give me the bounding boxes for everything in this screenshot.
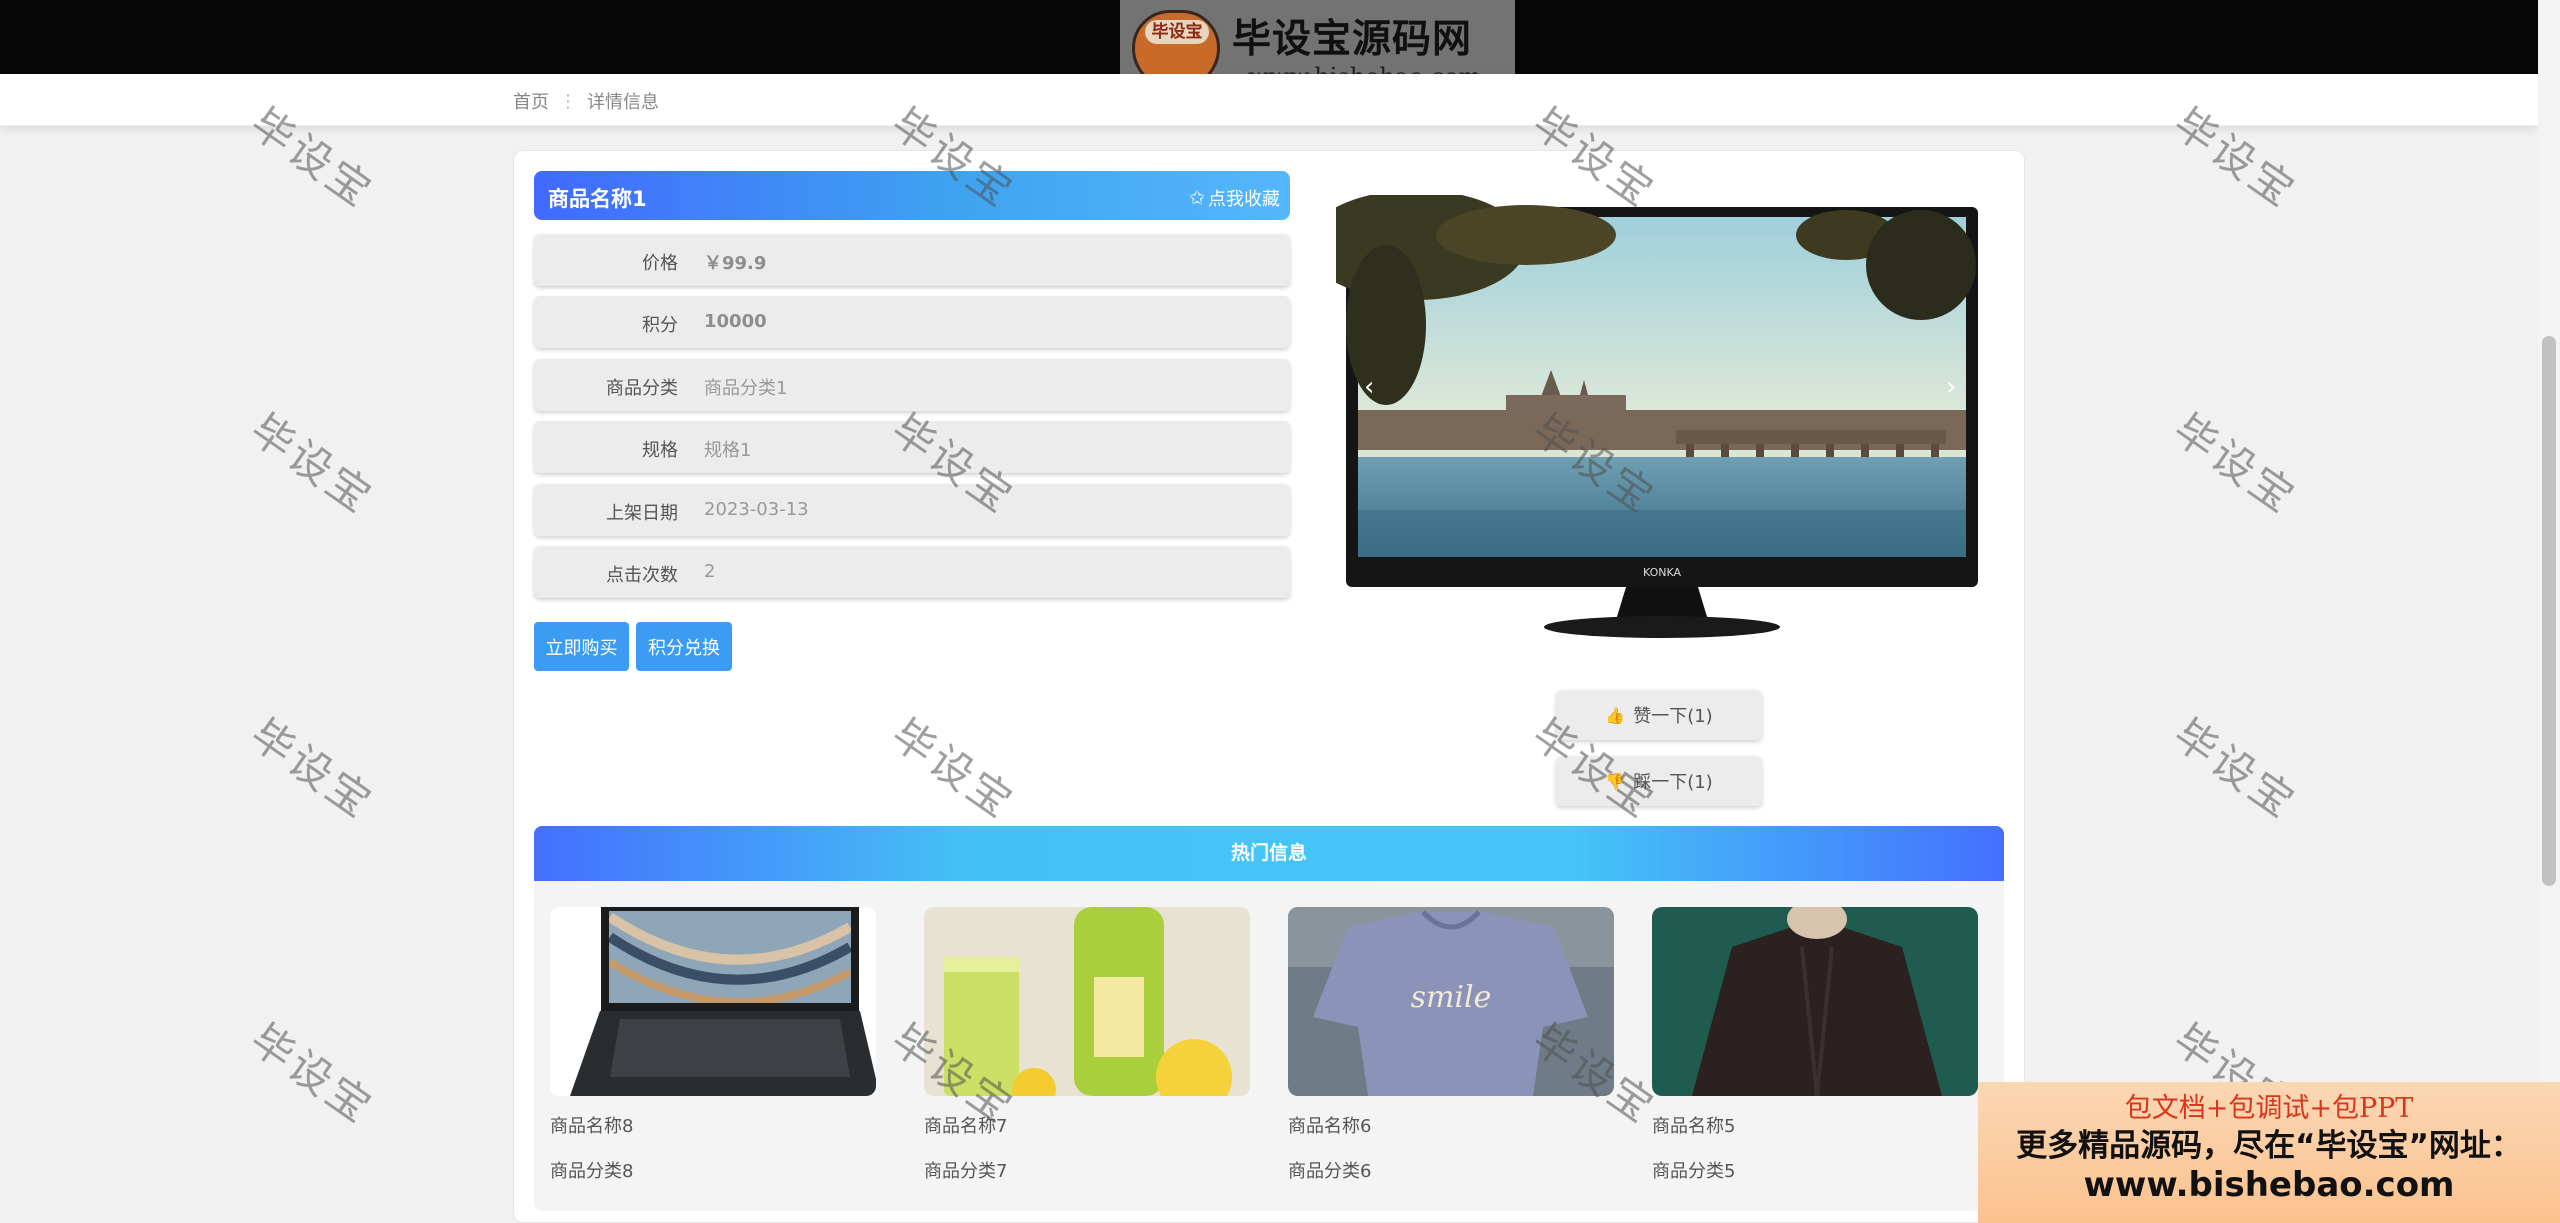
breadcrumb-bar: 首页 ⋮ 详情信息 (0, 74, 2538, 126)
ad-line-2: 更多精品源码，尽在“毕设宝”网址： (2016, 1128, 2522, 1164)
field-category: 商品分类 商品分类1 (534, 359, 1290, 411)
field-value: 2023-03-13 (704, 499, 809, 520)
like-button[interactable]: 👍 赞一下(1) (1556, 690, 1762, 740)
dislike-label: 踩一下(1) (1633, 772, 1713, 793)
hot-item-category: 商品分类7 (924, 1161, 1008, 1182)
breadcrumb: 首页 ⋮ 详情信息 (513, 88, 659, 114)
hot-item[interactable]: 商品名称8 商品分类8 (550, 903, 880, 1182)
thumbs-up-icon: 👍 (1605, 705, 1626, 725)
scrollbar-thumb[interactable] (2542, 336, 2556, 886)
watermark: 毕设宝 (2164, 404, 2306, 524)
hot-item-name[interactable]: 商品名称7 (924, 1112, 1007, 1138)
field-click-count: 点击次数 2 (534, 546, 1290, 598)
field-label: 商品分类 (606, 378, 678, 399)
product-name: 商品名称1 (548, 187, 647, 211)
tshirt-image[interactable]: smile (1288, 907, 1614, 1096)
hot-item-category: 商品分类5 (1652, 1161, 1736, 1182)
field-spec: 规格 规格1 (534, 421, 1290, 473)
hot-item-category: 商品分类6 (1288, 1161, 1372, 1182)
breadcrumb-current: 详情信息 (587, 92, 659, 113)
hot-item[interactable]: 商品名称5 商品分类5 (1652, 899, 1978, 1182)
page-scrollbar[interactable] (2538, 0, 2560, 1223)
star-icon: ✩ (1189, 187, 1205, 209)
like-label: 赞一下(1) (1633, 706, 1713, 727)
ad-banner[interactable]: 包文档+包调试+包PPT 更多精品源码，尽在“毕设宝”网址： www.bishe… (1978, 1082, 2560, 1223)
hot-item[interactable]: 商品名称7 商品分类7 (924, 907, 1250, 1182)
hot-item-name[interactable]: 商品名称5 (1652, 1112, 1735, 1138)
dislike-button[interactable]: 👎 踩一下(1) (1556, 756, 1762, 806)
field-points: 积分 10000 (534, 296, 1290, 348)
watermark: 毕设宝 (241, 404, 383, 524)
tshirt-print-text: smile (1411, 980, 1492, 1015)
thumbs-down-icon: 👎 (1605, 771, 1626, 791)
points-redeem-button[interactable]: 积分兑换 (636, 622, 732, 671)
monitor-brand-label: KONKA (1643, 566, 1682, 579)
field-value: 规格1 (704, 440, 752, 461)
field-label: 价格 (642, 253, 678, 274)
hot-item[interactable]: smile 商品名称6 商品分类6 (1288, 907, 1614, 1182)
logo-title: 毕设宝源码网 (1232, 17, 1473, 62)
field-label: 规格 (642, 440, 678, 461)
breadcrumb-separator: ⋮ (559, 90, 577, 112)
favorite-button[interactable]: ✩ 点我收藏 (1189, 185, 1280, 211)
product-title-bar: 商品名称1 ✩ 点我收藏 (534, 171, 1290, 220)
field-listing-date: 上架日期 2023-03-13 (534, 484, 1290, 536)
field-label: 上架日期 (606, 503, 678, 524)
field-label: 点击次数 (606, 565, 678, 586)
hot-item-name[interactable]: 商品名称6 (1288, 1112, 1371, 1138)
breadcrumb-home-link[interactable]: 首页 (513, 88, 549, 114)
field-label: 积分 (642, 315, 678, 336)
field-value: 2 (704, 561, 716, 582)
carousel-prev-icon[interactable]: ‹ (1364, 372, 1374, 402)
laptop-image[interactable] (550, 903, 880, 1096)
field-price: 价格 ￥99.9 (534, 234, 1290, 286)
hot-item-name[interactable]: 商品名称8 (550, 1112, 633, 1138)
jacket-image[interactable] (1652, 899, 1978, 1097)
favorite-label: 点我收藏 (1208, 189, 1280, 210)
field-value: ￥99.9 (704, 253, 767, 274)
hot-item-category: 商品分类8 (550, 1161, 634, 1182)
carousel-next-icon[interactable]: › (1946, 372, 1956, 402)
buy-now-button[interactable]: 立即购买 (534, 622, 629, 671)
hot-section-header: 热门信息 (534, 826, 2004, 881)
ad-url[interactable]: www.bishebao.com (1978, 1165, 2560, 1205)
logo-badge-text: 毕设宝 (1145, 20, 1209, 44)
product-image[interactable]: ‹ › KONKA (1336, 195, 1986, 650)
juice-image[interactable] (924, 907, 1250, 1115)
field-value: 10000 (704, 311, 767, 332)
watermark: 毕设宝 (241, 1014, 383, 1134)
watermark: 毕设宝 (2164, 709, 2306, 829)
field-value: 商品分类1 (704, 378, 788, 399)
watermark: 毕设宝 (241, 709, 383, 829)
